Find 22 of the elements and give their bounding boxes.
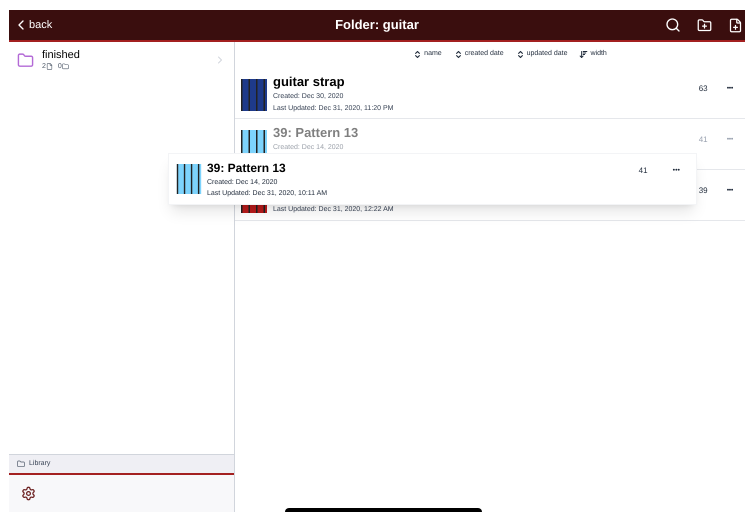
sort-descending-icon [579,50,588,59]
pattern-title: 39: Pattern 13 [207,162,287,174]
folder-name: finished [42,50,81,61]
file-icon [46,63,53,70]
sort-icon [516,50,525,59]
back-button[interactable]: back [9,16,52,34]
new-folder-icon[interactable] [697,18,712,32]
library-folder-icon [17,460,25,468]
new-file-icon[interactable] [728,18,743,32]
folder-title: Folder: guitar [335,16,419,34]
pattern-title: 39: Pattern 13 [273,126,360,138]
settings-icon[interactable] [21,486,36,501]
sort-icon [454,50,463,59]
row-count: 39 [698,185,709,197]
row-count: 41 [698,134,709,146]
row-count: 63 [698,83,709,95]
search-icon[interactable] [665,17,681,33]
small-folder-icon [62,63,69,70]
row-count: 41 [638,165,649,177]
sort-icon [413,50,422,59]
folder-icon [17,52,34,68]
pattern-title: guitar strap [273,74,346,88]
